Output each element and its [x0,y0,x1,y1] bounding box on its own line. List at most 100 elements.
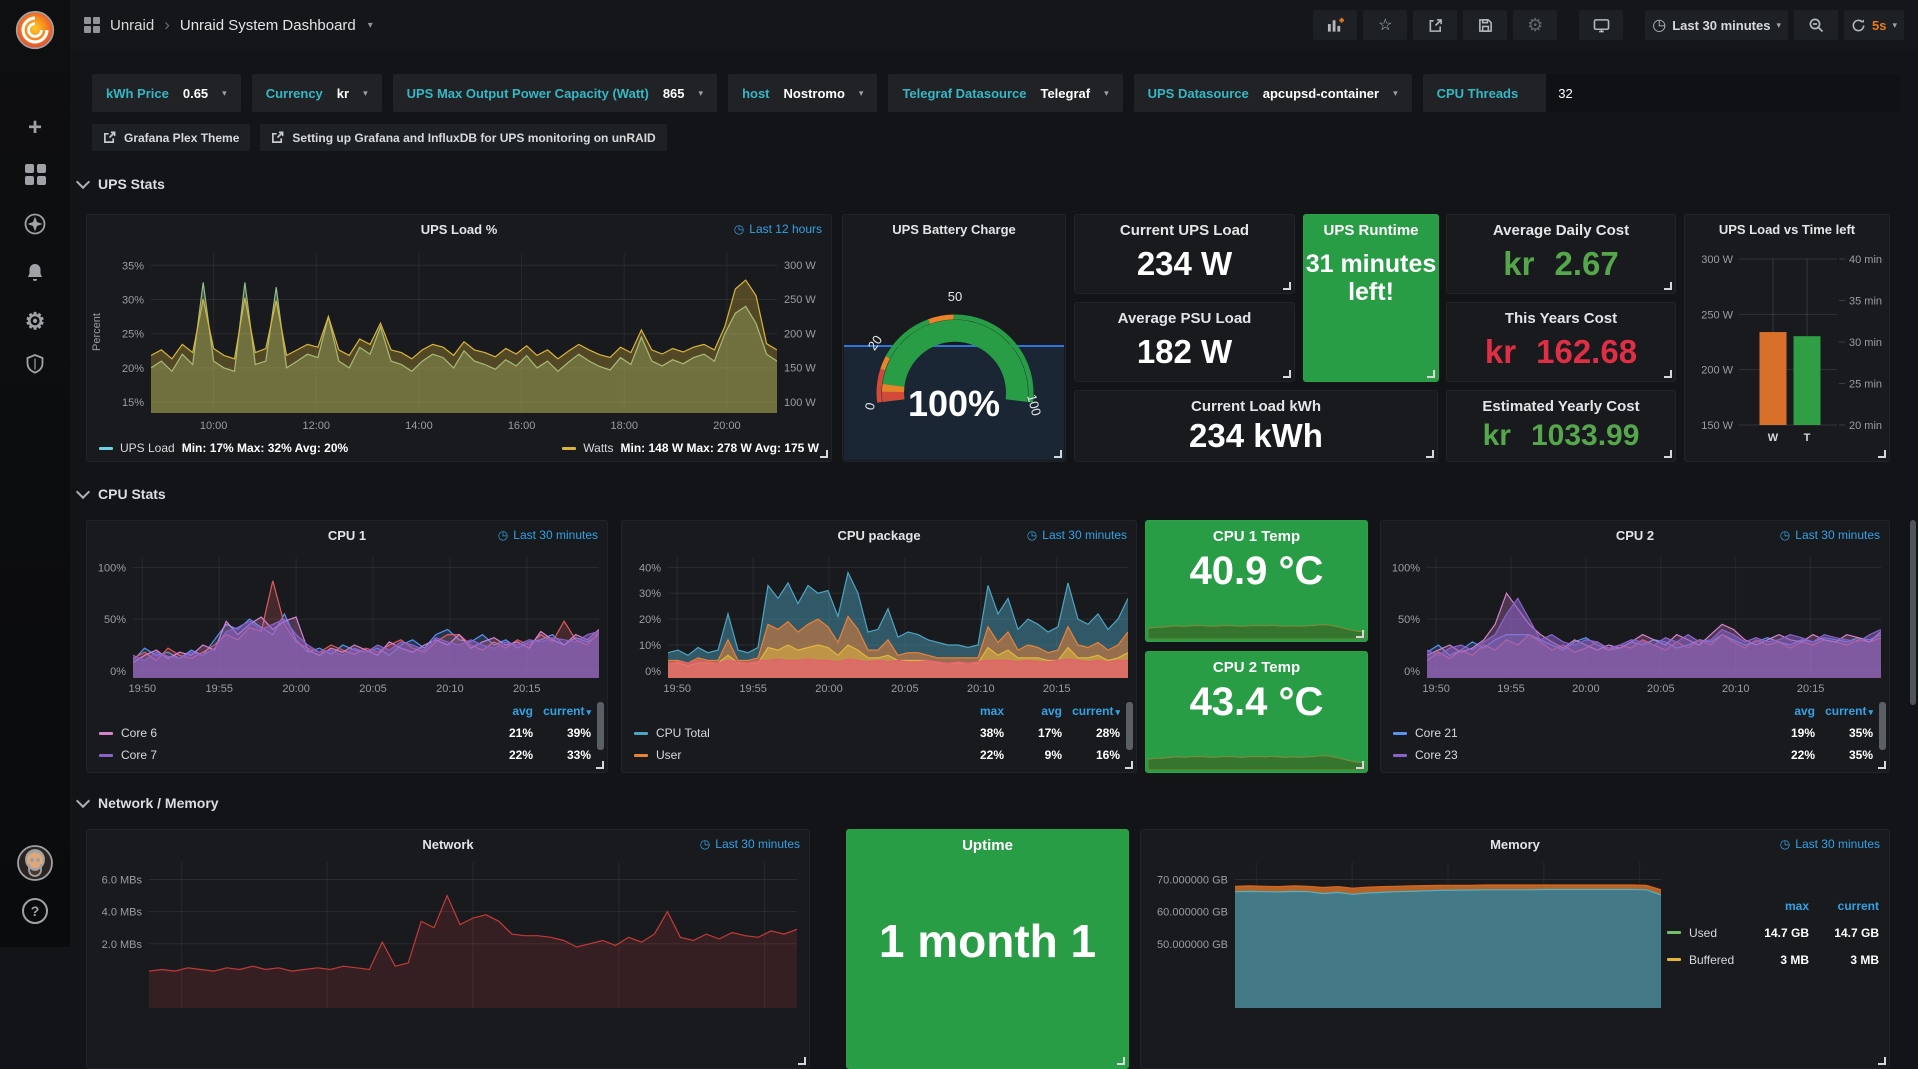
stat-value: 234 kWh [1189,415,1323,461]
panel-title[interactable]: CPU package [837,528,920,543]
server-admin-shield-icon[interactable] [0,352,70,376]
svg-text:50: 50 [948,289,962,304]
alerting-bell-icon[interactable] [0,260,70,284]
legend: maxavgcurrent▾ CPU Total38%17%28%User22%9… [622,698,1136,766]
svg-text:100%: 100% [98,562,126,574]
create-icon[interactable]: + [0,116,70,140]
panel-title[interactable]: Estimated Yearly Cost [1482,398,1639,415]
panel-timerange[interactable]: ◷Last 12 hours [734,222,822,236]
panel-title[interactable]: Memory [1490,837,1540,852]
link-grafana-plex-theme[interactable]: Grafana Plex Theme [92,124,250,151]
panel-title[interactable]: CPU 1 [328,528,366,543]
svg-text:6.0 MBs: 6.0 MBs [102,875,143,887]
svg-text:W: W [1768,432,1779,444]
panel-title[interactable]: Average Daily Cost [1493,222,1629,239]
legend-header: maxcurrent [1667,892,1879,919]
svg-text:35 min: 35 min [1849,296,1882,308]
legend-item[interactable]: Core 621%39% [99,722,591,744]
legend-scrollbar[interactable] [1126,702,1133,750]
row-header-cpu-stats[interactable]: CPU Stats [78,486,166,502]
stat-value: 182 W [1137,327,1232,381]
svg-text:19:55: 19:55 [1497,683,1525,695]
legend-item[interactable]: Core 2322%35% [1393,744,1873,766]
panel-title[interactable]: CPU 2 Temp [1213,659,1300,676]
legend-item[interactable]: CPU Total38%17%28% [634,722,1120,744]
legend: avgcurrent▾ Core 621%39%Core 722%33% [87,698,607,766]
legend-item[interactable]: Used14.7 GB14.7 GB [1667,919,1879,946]
panel-title[interactable]: This Years Cost [1505,310,1617,327]
time-range-picker[interactable]: ◷ Last 30 minutes ▾ [1645,10,1788,40]
panel-timerange[interactable]: ◷Last 30 minutes [700,837,800,851]
legend-item[interactable]: Core 722%33% [99,744,591,766]
panel-title[interactable]: Average PSU Load [1118,310,1252,327]
legend-sort-max[interactable]: max [946,704,1004,718]
help-icon[interactable]: ? [0,898,70,924]
panel-title[interactable]: CPU 1 Temp [1213,528,1300,545]
add-panel-button[interactable] [1313,10,1357,40]
refresh-button[interactable]: 5s ▾ [1844,10,1904,40]
variable-ups-max-output[interactable]: UPS Max Output Power Capacity (Watt)865▾ [393,74,717,112]
panel-title[interactable]: Network [422,837,473,852]
panel-title[interactable]: Current UPS Load [1120,222,1249,239]
legend-sort-current[interactable]: current [1809,899,1879,913]
legend-sort-avg[interactable]: avg [1757,704,1815,718]
legend-sort-current[interactable]: current▾ [1062,704,1120,718]
legend-item[interactable]: Buffered3 MB3 MB [1667,946,1879,973]
legend-scrollbar[interactable] [1879,702,1886,750]
zoom-out-button[interactable] [1794,10,1838,40]
dashboards-icon[interactable] [0,164,70,185]
panel-title[interactable]: Uptime [962,837,1013,854]
cpu-threads-input[interactable] [1546,74,1900,112]
svg-text:200 W: 200 W [1701,365,1733,377]
grafana-logo[interactable] [0,8,70,52]
legend-item[interactable]: User22%9%16% [634,744,1120,766]
panel-memory: Memory ◷Last 30 minutes 70.000000 GB60.0… [1140,829,1890,1069]
variable-currency[interactable]: Currencykr▾ [252,74,382,112]
row-header-ups-stats[interactable]: UPS Stats [78,176,165,192]
star-button[interactable]: ☆ [1363,10,1407,40]
clock-icon: ◷ [498,528,508,542]
dashboard-settings-gear-icon[interactable]: ⚙ [1513,10,1557,40]
svg-text:16:00: 16:00 [508,420,536,432]
configuration-gear-icon[interactable]: ⚙ [0,310,70,333]
explore-compass-icon[interactable] [0,212,70,236]
caret-down-icon: ▾ [222,88,227,99]
legend-sort-current[interactable]: current▾ [1815,704,1873,718]
row-header-network-memory[interactable]: Network / Memory [78,795,219,811]
variable-ups-datasource[interactable]: UPS Datasourceapcupsd-container▾ [1134,74,1412,112]
panel-timerange[interactable]: ◷Last 30 minutes [498,528,598,542]
panel-network: Network ◷Last 30 minutes 6.0 MBs4.0 MBs2… [86,829,810,1069]
panel-title[interactable]: Current Load kWh [1191,398,1321,415]
link-ups-monitoring-guide[interactable]: Setting up Grafana and InfluxDB for UPS … [260,124,666,151]
panel-timerange[interactable]: ◷Last 30 minutes [1780,837,1880,851]
panel-timerange[interactable]: ◷Last 30 minutes [1780,528,1880,542]
panel-title[interactable]: UPS Runtime [1323,222,1418,239]
svg-text:100 W: 100 W [784,397,816,409]
panel-title[interactable]: UPS Battery Charge [892,222,1016,237]
legend-sort-avg[interactable]: avg [475,704,533,718]
legend-sort-current[interactable]: current▾ [533,704,591,718]
variable-telegraf-datasource[interactable]: Telegraf DatasourceTelegraf▾ [888,74,1122,112]
legend-sort-avg[interactable]: avg [1004,704,1062,718]
share-button[interactable] [1413,10,1457,40]
variable-host[interactable]: hostNostromo▾ [728,74,877,112]
breadcrumb-folder[interactable]: Unraid [110,17,154,34]
refresh-interval[interactable]: 5s [1872,18,1886,33]
stat-value: 40.9 °C [1190,549,1324,594]
user-avatar[interactable] [0,845,70,881]
legend-sort-max[interactable]: max [1739,899,1809,913]
panel-title[interactable]: UPS Load % [421,222,498,237]
legend-item[interactable]: Core 2119%35% [1393,722,1873,744]
legend-item[interactable]: UPS LoadMin: 17% Max: 32% Avg: 20% [99,441,348,455]
dashboard-title[interactable]: Unraid System Dashboard [180,17,356,34]
legend-scrollbar[interactable] [597,702,604,750]
variable-kwh-price[interactable]: kWh Price0.65▾ [92,74,241,112]
cycle-view-monitor-icon[interactable] [1579,10,1623,40]
panel-title[interactable]: UPS Load vs Time left [1719,222,1855,237]
caret-down-icon[interactable]: ▾ [368,20,373,31]
legend-item[interactable]: WattsMin: 148 W Max: 278 W Avg: 175 W [562,441,819,455]
panel-timerange[interactable]: ◷Last 30 minutes [1027,528,1127,542]
page-scrollbar[interactable] [1910,520,1916,705]
save-button[interactable] [1463,10,1507,40]
panel-title[interactable]: CPU 2 [1616,528,1654,543]
